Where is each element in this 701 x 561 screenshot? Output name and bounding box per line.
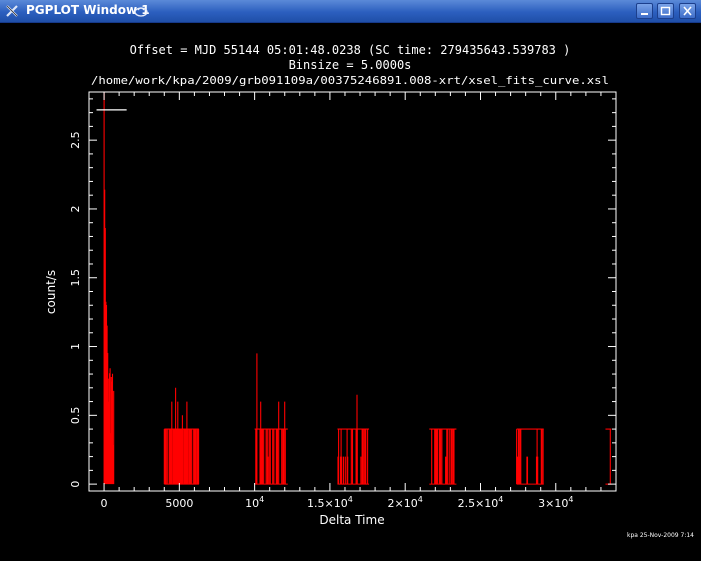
data-segment-4	[431, 429, 455, 485]
y-tick-label-0: 0	[69, 481, 82, 488]
close-button[interactable]	[679, 3, 696, 19]
x-tick-label-2: 104	[245, 495, 264, 510]
y-tick-label-1: 0.5	[69, 407, 82, 425]
data-segment-5	[516, 429, 544, 485]
y-tick-label-5: 2.5	[69, 131, 82, 149]
maximize-icon	[660, 6, 671, 16]
data-segment-1	[163, 387, 200, 485]
y-axis-label: count/s	[44, 270, 58, 314]
chart-file-path: /home/work/kpa/2009/grb091109a/003752468…	[91, 74, 609, 87]
y-tick-label-3: 1.5	[69, 269, 82, 287]
axes-layer: 0 5000 104 1.5×104 2×104 2.5×104 3×104 0 0.5 1 1.5…	[69, 92, 616, 510]
data-segment-3	[337, 394, 369, 485]
minimize-icon	[641, 13, 648, 15]
x-tick-label-6: 3×104	[538, 495, 573, 510]
data-segment-2	[255, 353, 286, 485]
y-tick-label-2: 1	[69, 343, 82, 350]
maximize-button[interactable]	[657, 3, 674, 19]
minimize-button[interactable]	[636, 3, 653, 19]
sticky-icon[interactable]	[133, 3, 149, 19]
footer-stamp: kpa 25-Nov-2009 7:14	[627, 532, 694, 539]
x-tick-label-5: 2.5×104	[458, 495, 504, 510]
close-icon	[683, 6, 692, 16]
y-tick-label-4: 2	[69, 205, 82, 212]
chart-title: Offset = MJD 55144 05:01:48.0238 (SC tim…	[130, 43, 571, 57]
data-segment-0	[103, 92, 115, 485]
x-tick-label-0: 0	[101, 497, 108, 510]
app-x-icon[interactable]	[4, 3, 20, 19]
window-title: PGPLOT Window 1	[26, 3, 150, 17]
data-segment-6	[609, 429, 611, 485]
x-axis-label: Delta Time	[319, 513, 384, 527]
pgplot-window: PGPLOT Window 1 Offset = MJD 55144 05:01…	[0, 0, 701, 561]
x-tick-label-4: 2×104	[388, 495, 423, 510]
light-curve-plot: Offset = MJD 55144 05:01:48.0238 (SC tim…	[44, 43, 694, 539]
data-layer	[103, 92, 612, 485]
chart-subtitle: Binsize = 5.0000s	[289, 58, 412, 72]
x-tick-label-1: 5000	[165, 497, 193, 510]
x-tick-label-3: 1.5×104	[307, 495, 353, 510]
title-bar[interactable]: PGPLOT Window 1	[0, 0, 701, 23]
